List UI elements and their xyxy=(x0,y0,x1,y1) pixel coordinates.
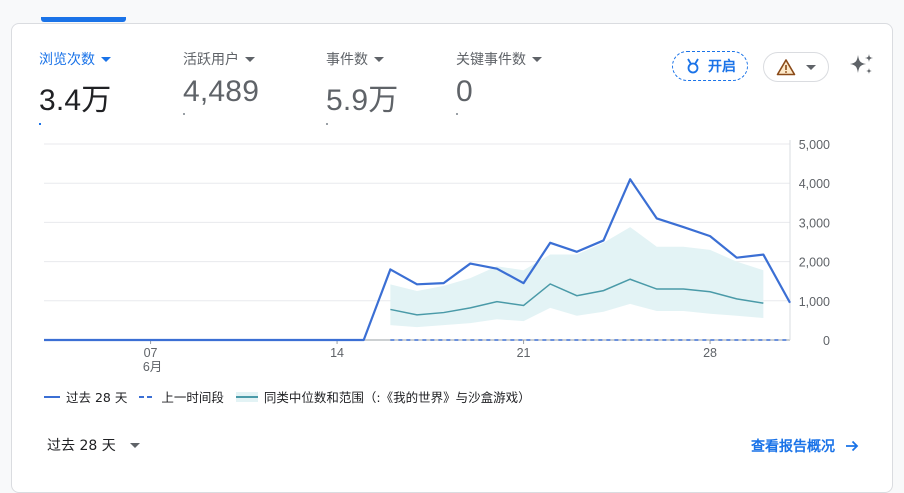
y-tick-label: 5,000 xyxy=(799,138,830,152)
legend-item-current[interactable]: 过去 28 天 xyxy=(44,387,127,406)
legend-item-previous[interactable]: 上一时间段 xyxy=(139,387,224,406)
view-report-label: 查看报告概况 xyxy=(751,439,835,455)
view-report-link[interactable]: 查看报告概况 xyxy=(751,436,859,456)
dashed-line-swatch xyxy=(139,395,153,398)
legend-label: 上一时间段 xyxy=(161,390,224,405)
legend-label: 同类中位数和范围（:《我的世界》与沙盒游戏） xyxy=(263,390,531,405)
date-range-label: 过去 28 天 xyxy=(47,438,116,454)
solid-line-swatch xyxy=(44,395,60,398)
y-tick-label: 0 xyxy=(823,334,830,348)
x-tick-label: 07 xyxy=(144,346,158,360)
y-tick-label: 3,000 xyxy=(799,216,830,230)
y-tick-label: 1,000 xyxy=(799,295,830,309)
x-tick-sublabel: 6月 xyxy=(143,360,162,374)
arrow-right-icon xyxy=(846,440,859,452)
x-tick-label: 28 xyxy=(703,346,717,360)
x-tick-label: 21 xyxy=(517,346,531,360)
chevron-down-icon xyxy=(129,442,140,448)
chart-legend: 过去 28 天 上一时间段 同类中位数和范围（:《我的世界》与沙盒游戏） xyxy=(44,387,543,406)
y-tick-label: 2,000 xyxy=(799,256,830,270)
legend-item-peer[interactable]: 同类中位数和范围（:《我的世界》与沙盒游戏） xyxy=(235,387,531,406)
date-range-selector[interactable]: 过去 28 天 xyxy=(47,435,140,455)
band-line-swatch xyxy=(235,391,258,402)
legend-label: 过去 28 天 xyxy=(66,390,128,405)
y-tick-label: 4,000 xyxy=(799,177,830,191)
x-tick-label: 14 xyxy=(330,346,344,360)
